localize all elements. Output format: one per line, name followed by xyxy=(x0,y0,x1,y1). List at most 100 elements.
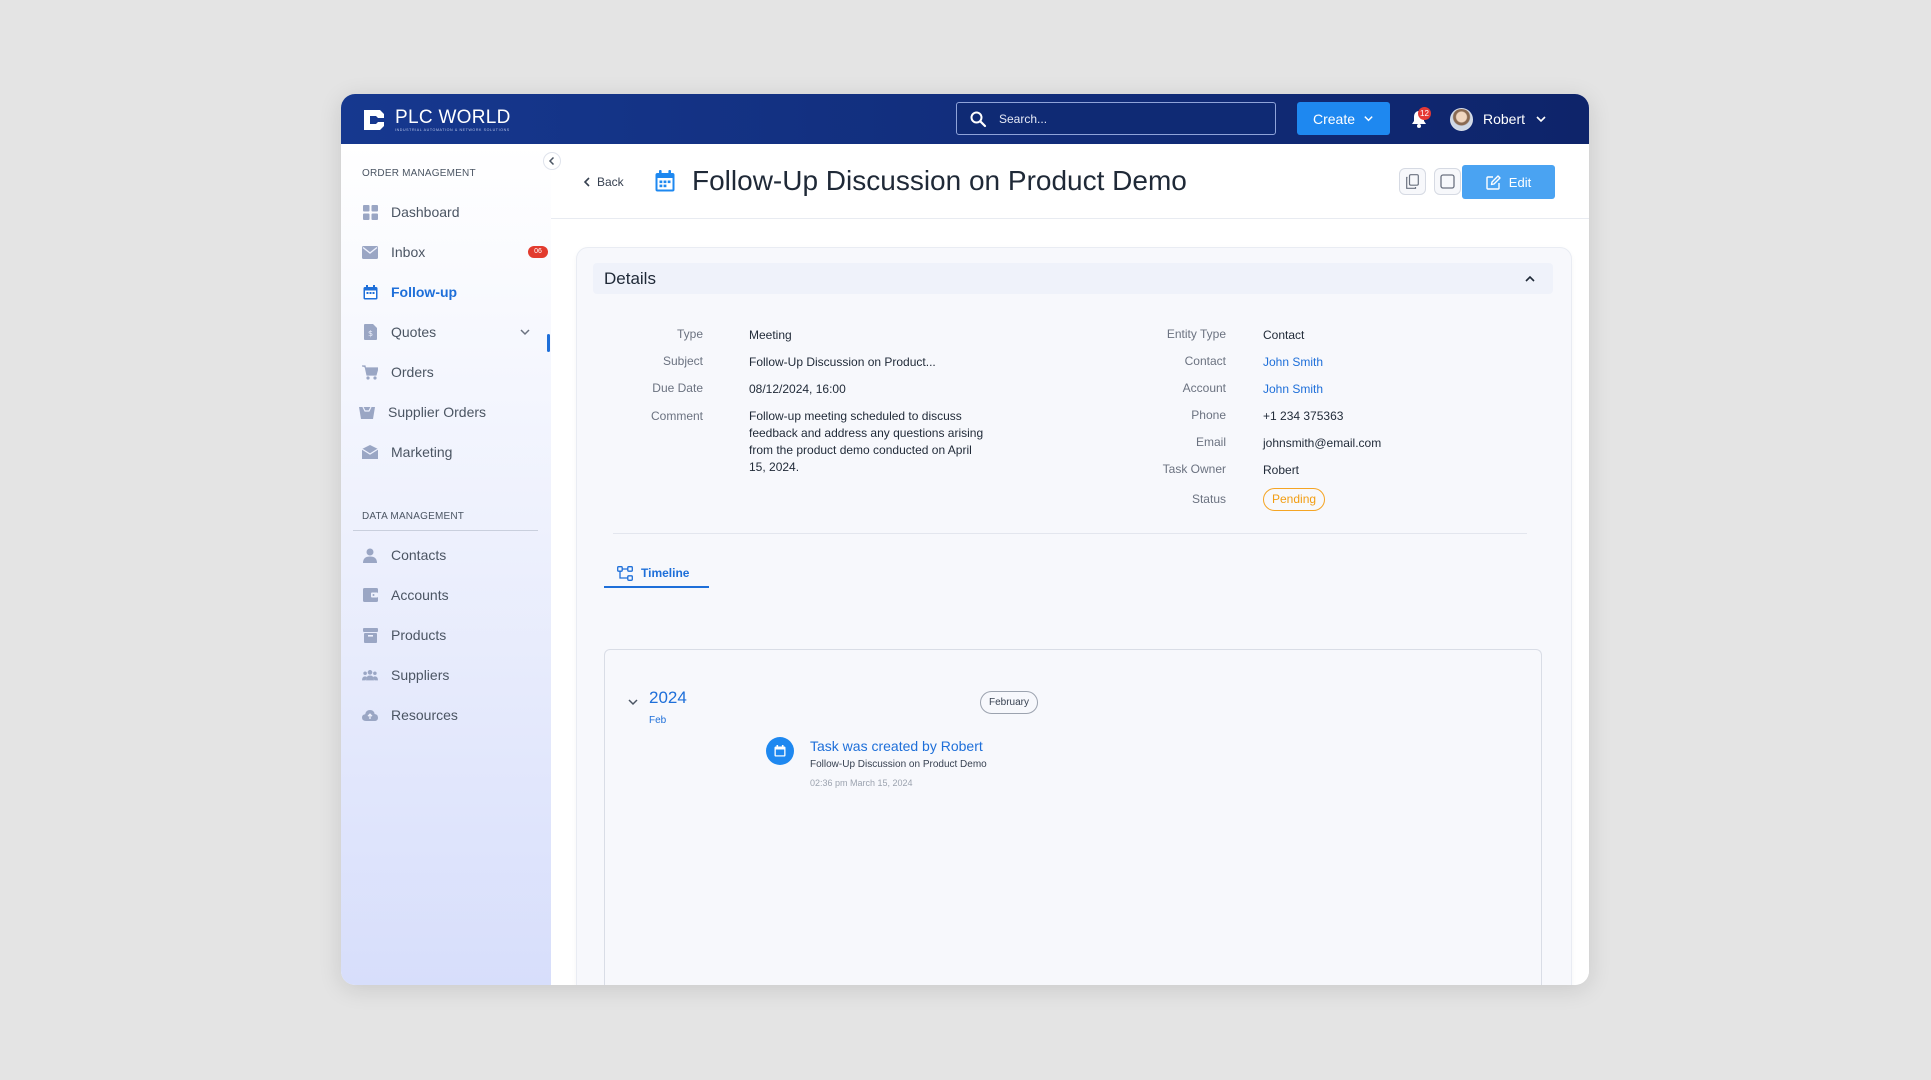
search-input[interactable] xyxy=(999,111,1259,126)
details-section-header[interactable]: Details xyxy=(593,263,1553,294)
person-icon xyxy=(362,547,378,563)
calendar-icon xyxy=(655,170,675,192)
chevron-down-icon xyxy=(1364,116,1373,122)
sidebar-item-products[interactable]: Products xyxy=(362,623,532,647)
active-indicator xyxy=(547,334,550,352)
field-value-subject: Follow-Up Discussion on Product... xyxy=(749,355,936,369)
field-value-type: Meeting xyxy=(749,328,792,342)
sidebar-item-supplier-orders[interactable]: Supplier Orders xyxy=(359,400,529,424)
sidebar-item-marketing[interactable]: Marketing xyxy=(362,440,532,464)
cloud-icon xyxy=(362,707,378,723)
copy-icon xyxy=(1406,174,1419,189)
field-value-phone: +1 234 375363 xyxy=(1263,409,1344,423)
back-label: Back xyxy=(597,175,624,189)
brand-name: PLC WORLD xyxy=(395,106,511,128)
copy-button[interactable] xyxy=(1399,168,1426,195)
timeline-year: 2024 xyxy=(649,688,687,707)
field-label-contact: Contact xyxy=(1184,354,1226,368)
avatar xyxy=(1450,107,1473,131)
field-value-task-owner: Robert xyxy=(1263,463,1300,477)
field-label-account: Account xyxy=(1182,381,1226,395)
chevron-down-icon xyxy=(1536,116,1546,123)
sidebar-item-label: Quotes xyxy=(391,324,437,340)
field-label-comment: Comment xyxy=(650,409,703,423)
brand-tagline: INDUSTRIAL AUTOMATION & NETWORK SOLUTION… xyxy=(395,127,510,132)
sidebar-divider xyxy=(353,530,538,531)
edit-label: Edit xyxy=(1508,174,1532,190)
top-bar: PLC WORLD INDUSTRIAL AUTOMATION & NETWOR… xyxy=(341,94,1589,144)
event-calendar-icon xyxy=(766,737,794,765)
sidebar-item-follow-up[interactable]: Follow-up xyxy=(362,280,532,304)
expand-button[interactable] xyxy=(1434,168,1461,195)
sidebar-item-orders[interactable]: Orders xyxy=(362,360,532,384)
chevron-up-icon[interactable] xyxy=(1524,273,1536,285)
sidebar: ORDER MANAGEMENT Dashboard Inbox 06 Foll… xyxy=(341,144,551,985)
sidebar-item-resources[interactable]: Resources xyxy=(362,703,532,727)
cart-icon xyxy=(362,364,378,380)
search-icon xyxy=(970,111,987,127)
notification-badge: 12 xyxy=(1418,107,1431,120)
header-divider xyxy=(551,218,1589,219)
status-badge: Pending xyxy=(1263,488,1326,511)
timeline-month-short: Feb xyxy=(649,715,667,726)
sidebar-item-accounts[interactable]: Accounts xyxy=(362,583,532,607)
chevron-down-icon[interactable] xyxy=(519,326,531,338)
user-menu[interactable]: Robert xyxy=(1450,107,1547,131)
sidebar-item-label: Orders xyxy=(391,364,434,380)
app-window: PLC WORLD INDUSTRIAL AUTOMATION & NETWOR… xyxy=(341,94,1589,985)
contact-link[interactable]: John Smith xyxy=(1263,355,1323,369)
field-value-comment: Follow-up meeting scheduled to discuss f… xyxy=(749,409,984,474)
svg-text:$: $ xyxy=(367,329,372,338)
back-button[interactable]: Back xyxy=(583,175,624,189)
create-label: Create xyxy=(1312,110,1356,127)
sidebar-item-quotes[interactable]: $ Quotes xyxy=(362,320,532,344)
chevron-left-icon xyxy=(583,177,590,187)
supplier-orders-icon xyxy=(359,404,375,420)
sidebar-item-label: Dashboard xyxy=(391,204,460,220)
sidebar-item-contacts[interactable]: Contacts xyxy=(362,543,532,567)
sidebar-item-label: Resources xyxy=(391,707,458,723)
grid-icon xyxy=(362,204,378,220)
chevron-left-icon xyxy=(548,156,555,166)
quote-icon: $ xyxy=(362,324,378,340)
timeline-event-timestamp: 02:36 pm March 15, 2024 xyxy=(810,778,913,788)
brand-logo[interactable]: PLC WORLD INDUSTRIAL AUTOMATION & NETWOR… xyxy=(361,106,511,134)
field-label-due-date: Due Date xyxy=(652,381,703,395)
account-link[interactable]: John Smith xyxy=(1263,382,1323,396)
sidebar-item-suppliers[interactable]: Suppliers xyxy=(362,663,532,687)
marketing-icon xyxy=(362,444,378,460)
timeline-event-subtitle: Follow-Up Discussion on Product Demo xyxy=(810,759,987,770)
sidebar-item-label: Supplier Orders xyxy=(388,404,487,420)
create-button[interactable]: Create xyxy=(1297,102,1390,135)
tab-timeline[interactable]: Timeline xyxy=(604,560,709,588)
sidebar-item-inbox[interactable]: Inbox 06 xyxy=(362,240,548,264)
timeline-panel: 2024 Feb February Task was created by Ro… xyxy=(604,649,1542,985)
sidebar-item-label: Inbox xyxy=(391,244,426,260)
collapse-sidebar-button[interactable] xyxy=(543,152,561,170)
logo-text: PLC WORLD INDUSTRIAL AUTOMATION & NETWOR… xyxy=(395,106,511,133)
group-icon xyxy=(362,667,378,683)
timeline-event-title[interactable]: Task was created by Robert xyxy=(810,738,983,754)
tab-label: Timeline xyxy=(641,566,690,580)
page-title: Follow-Up Discussion on Product Demo xyxy=(692,165,1187,196)
sidebar-item-label: Follow-up xyxy=(391,284,458,300)
sidebar-item-label: Contacts xyxy=(391,547,447,563)
sidebar-item-label: Products xyxy=(391,627,447,643)
chevron-down-icon[interactable] xyxy=(627,696,639,708)
edit-button[interactable]: Edit xyxy=(1462,165,1555,199)
sidebar-item-dashboard[interactable]: Dashboard xyxy=(362,200,532,224)
wallet-icon xyxy=(362,587,378,603)
field-label-type: Type xyxy=(676,327,703,341)
field-value-email: johnsmith@email.com xyxy=(1263,436,1382,450)
field-label-entity-type: Entity Type xyxy=(1166,327,1226,341)
sidebar-item-label: Accounts xyxy=(391,587,449,603)
field-label-task-owner: Task Owner xyxy=(1162,462,1226,476)
section-label-data-management: DATA MANAGEMENT xyxy=(362,511,465,522)
field-label-subject: Subject xyxy=(662,354,703,368)
calendar-icon xyxy=(362,284,378,300)
user-name: Robert xyxy=(1483,111,1526,127)
details-card: Details Type Meeting Subject Follow-Up D… xyxy=(576,247,1572,985)
timeline-month-badge: February xyxy=(980,691,1039,714)
field-label-email: Email xyxy=(1195,435,1226,449)
search-box[interactable] xyxy=(956,102,1276,135)
